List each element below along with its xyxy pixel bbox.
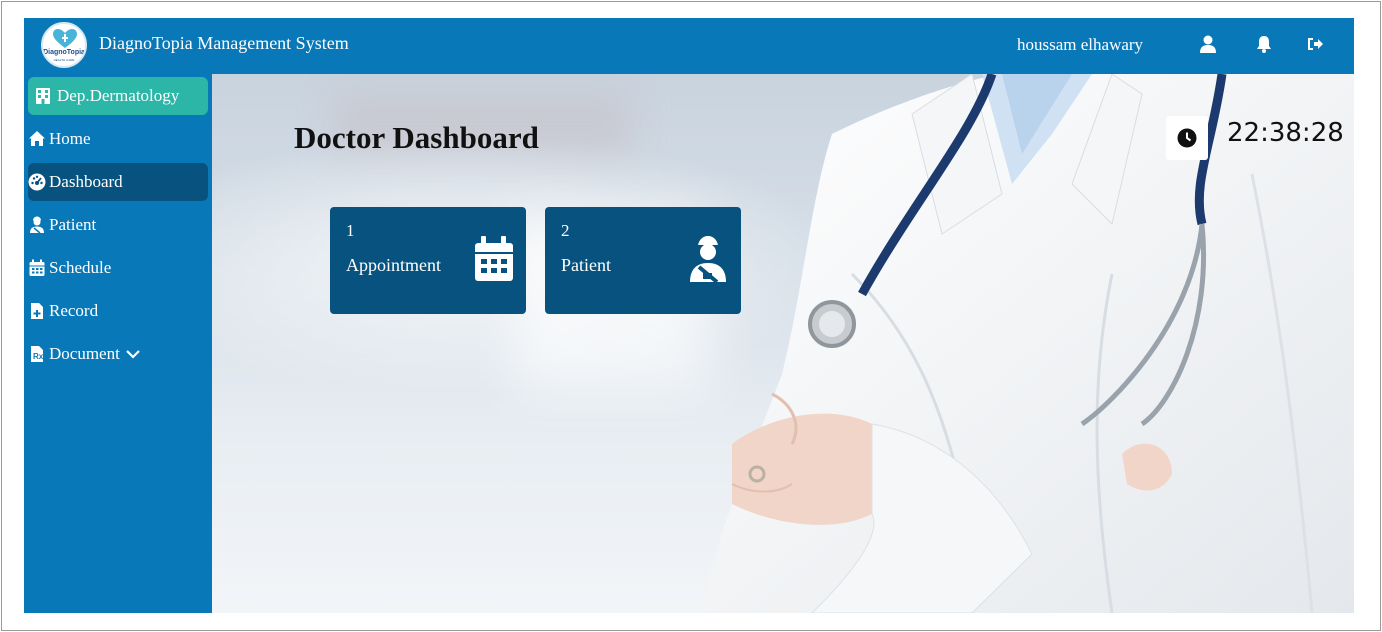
prescription-file-icon: Rx	[31, 346, 44, 362]
sidebar-item-label: Record	[49, 301, 99, 320]
clock-icon	[1177, 128, 1197, 148]
department-label: Dep.Dermatology	[57, 86, 180, 105]
patient-icon	[30, 216, 44, 234]
top-navbar: DiagnoTopia HEALTH CARE DiagnoTopia Mana…	[24, 18, 1354, 74]
sidebar-item-label: Dashboard	[49, 172, 123, 191]
logo-subtext: HEALTH CARE	[53, 58, 75, 62]
sidebar-item-record[interactable]: Record	[24, 292, 208, 330]
app-title: DiagnoTopia Management System	[99, 33, 349, 53]
appointment-stat-card[interactable]: 1 Appointment	[330, 207, 526, 314]
sidebar-item-schedule[interactable]: Schedule	[24, 249, 208, 287]
bell-icon[interactable]	[1254, 34, 1274, 54]
record-file-icon	[31, 303, 43, 319]
clock-badge	[1166, 116, 1208, 160]
logout-icon[interactable]	[1305, 34, 1325, 54]
home-icon	[29, 131, 45, 146]
logo-text: DiagnoTopia	[43, 49, 85, 56]
department-badge[interactable]: Dep.Dermatology	[28, 77, 208, 115]
sidebar-item-label: Patient	[49, 215, 97, 234]
user-icon[interactable]	[1198, 34, 1218, 54]
sidebar-item-home[interactable]: Home	[24, 120, 208, 158]
svg-text:Rx: Rx	[33, 352, 44, 361]
card-label: Appointment	[346, 255, 441, 275]
main-content: Doctor Dashboard 22:38:28 1 Appointment …	[212, 74, 1354, 613]
username[interactable]: houssam elhawary	[1017, 35, 1143, 55]
sidebar-item-patient[interactable]: Patient	[24, 206, 208, 244]
patient-stat-card[interactable]: 2 Patient	[545, 207, 741, 314]
clock-time: 22:38:28	[1227, 118, 1344, 148]
patient-icon	[690, 236, 726, 283]
hospital-building-icon	[36, 88, 50, 104]
logo[interactable]: DiagnoTopia HEALTH CARE	[41, 22, 87, 68]
sidebar-item-label: Home	[49, 129, 91, 148]
sidebar-item-label: Document	[49, 344, 120, 363]
sidebar-item-document[interactable]: Rx Document	[24, 335, 208, 373]
card-count: 2	[561, 221, 570, 240]
sidebar-item-dashboard[interactable]: Dashboard	[28, 163, 208, 201]
card-count: 1	[346, 221, 355, 240]
heart-logo-icon	[53, 29, 77, 48]
sidebar: Dep.Dermatology Home Dashboard Patient S…	[24, 74, 212, 613]
sidebar-item-label: Schedule	[49, 258, 112, 277]
chevron-down-icon[interactable]	[126, 349, 140, 359]
calendar-icon	[475, 236, 513, 281]
calendar-icon	[29, 259, 45, 276]
app-root: DiagnoTopia HEALTH CARE DiagnoTopia Mana…	[24, 18, 1354, 613]
dashboard-icon	[28, 173, 46, 191]
page-title: Doctor Dashboard	[294, 120, 539, 155]
card-label: Patient	[561, 255, 611, 275]
